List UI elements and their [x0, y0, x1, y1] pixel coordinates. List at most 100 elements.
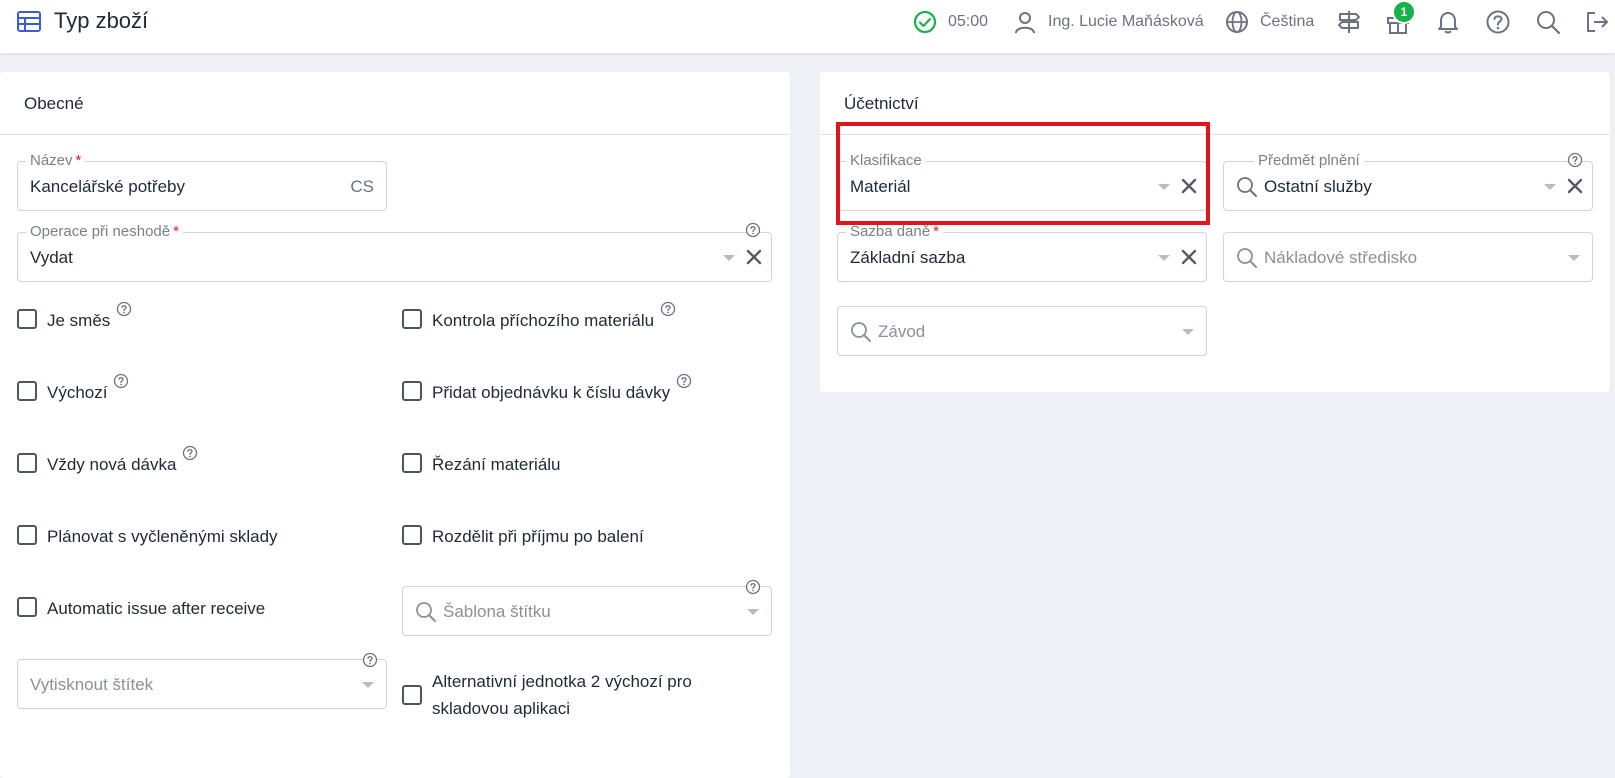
checkbox-label: Řezání materiálu	[432, 455, 561, 474]
logout-icon[interactable]	[1584, 8, 1610, 36]
checkbox[interactable]	[402, 381, 422, 401]
divider	[820, 134, 1610, 135]
help-icon[interactable]	[182, 445, 198, 466]
search-icon[interactable]	[1535, 8, 1561, 36]
general-section-title: Obecné	[24, 94, 84, 113]
chevron-down-icon[interactable]	[1158, 184, 1170, 190]
chevron-down-icon[interactable]	[1158, 255, 1170, 261]
checkbox-label: Plánovat s vyčleněnými sklady	[47, 527, 278, 546]
help-icon[interactable]	[1567, 152, 1583, 173]
operation-select-label: Operace při neshodě *	[26, 223, 183, 241]
table-icon	[16, 9, 42, 35]
checkbox[interactable]	[402, 685, 422, 705]
signpost-icon[interactable]	[1336, 8, 1362, 36]
checkbox-automatic-issue[interactable]: Automatic issue after receive	[17, 595, 265, 622]
divider	[0, 134, 790, 135]
bell-icon[interactable]	[1435, 8, 1461, 36]
checkbox-label: Kontrola příchozího materiálu	[432, 311, 655, 330]
checkbox[interactable]	[17, 597, 37, 617]
print-label-placeholder: Vytisknout štítek	[30, 675, 154, 694]
help-icon[interactable]	[113, 373, 129, 394]
checkbox[interactable]	[402, 525, 422, 545]
general-section: Obecné Název * Kancelářské potřeby CS Ope…	[0, 72, 790, 778]
chevron-down-icon[interactable]	[1544, 184, 1556, 190]
accounting-section: Účetnictví Klasifikace Materiál Předmět …	[820, 72, 1610, 392]
tax-rate-select-label: Sazba daně *	[846, 223, 943, 241]
checkbox-label: Je směs	[47, 311, 111, 330]
language-label: Čeština	[1260, 13, 1315, 30]
checkbox[interactable]	[17, 309, 37, 329]
help-icon[interactable]	[745, 579, 761, 600]
globe-icon	[1224, 9, 1250, 35]
user-icon	[1012, 9, 1038, 35]
accounting-section-title: Účetnictví	[844, 94, 919, 113]
plant-placeholder: Závod	[878, 322, 926, 341]
user-menu[interactable]: Ing. Lucie Maňásková	[1012, 8, 1204, 36]
chevron-down-icon[interactable]	[723, 255, 735, 261]
close-icon[interactable]	[1180, 248, 1198, 271]
checkbox-material-cutting[interactable]: Řezání materiálu	[402, 451, 561, 478]
checkbox-label: Přidat objednávku k číslu dávky	[432, 383, 671, 402]
top-bar: Typ zboží 05:00 Ing. Lucie Maňásková Češ…	[0, 0, 1615, 54]
checkbox-incoming-inspection[interactable]: Kontrola příchozího materiálu	[402, 301, 676, 334]
chevron-down-icon[interactable]	[1568, 255, 1580, 261]
user-name: Ing. Lucie Maňásková	[1048, 13, 1204, 30]
checkbox[interactable]	[402, 453, 422, 473]
check-circle-icon	[912, 9, 938, 35]
help-icon[interactable]	[660, 301, 676, 322]
classification-select-value: Materiál	[850, 177, 911, 196]
name-field[interactable]: Název * Kancelářské potřeby CS	[17, 152, 387, 211]
close-icon[interactable]	[745, 248, 763, 271]
subject-select[interactable]: Předmět plnění Ostatní služby	[1223, 152, 1593, 211]
session-timer[interactable]: 05:00	[912, 8, 988, 36]
close-icon[interactable]	[1566, 177, 1584, 200]
checkbox-always-new-batch[interactable]: Vždy nová dávka	[17, 445, 198, 478]
cost-center-placeholder: Nákladové středisko	[1264, 248, 1418, 267]
cost-center-select[interactable]: Nákladové středisko	[1223, 232, 1593, 282]
search-icon	[1236, 176, 1258, 203]
checkbox[interactable]	[17, 381, 37, 401]
classification-select[interactable]: Klasifikace Materiál	[837, 152, 1207, 211]
checkbox-label: Alternativní jednotka 2 výchozí pro skla…	[432, 672, 692, 718]
label-template-placeholder: Šablona štítku	[443, 602, 551, 621]
checkbox-add-order-to-batch[interactable]: Přidat objednávku k číslu dávky	[402, 373, 692, 406]
checkbox-split-on-receipt[interactable]: Rozdělit při příjmu po balení	[402, 523, 644, 550]
help-icon[interactable]	[676, 373, 692, 394]
label-template-select[interactable]: Šablona štítku	[402, 586, 772, 636]
checkbox-is-mixture[interactable]: Je směs	[17, 301, 132, 334]
help-icon[interactable]	[116, 301, 132, 322]
search-icon	[1236, 247, 1258, 274]
checkbox[interactable]	[17, 453, 37, 473]
subject-select-value: Ostatní služby	[1264, 177, 1372, 196]
tax-rate-select-value: Základní sazba	[850, 248, 966, 267]
chevron-down-icon[interactable]	[1182, 329, 1194, 335]
chevron-down-icon[interactable]	[362, 682, 374, 688]
checkbox-alt-unit-default[interactable]: Alternativní jednotka 2 výchozí pro skla…	[402, 668, 692, 722]
operation-select-value: Vydat	[30, 248, 73, 267]
notification-badge: 1	[1392, 0, 1416, 24]
tax-rate-select[interactable]: Sazba daně * Základní sazba	[837, 223, 1207, 282]
chevron-down-icon[interactable]	[747, 609, 759, 615]
print-label-select[interactable]: Vytisknout štítek	[17, 659, 387, 709]
checkbox[interactable]	[17, 525, 37, 545]
close-icon[interactable]	[1180, 177, 1198, 200]
help-icon[interactable]	[1485, 8, 1511, 36]
help-icon[interactable]	[745, 222, 761, 243]
plant-select[interactable]: Závod	[837, 306, 1207, 356]
checkbox-default[interactable]: Výchozí	[17, 373, 129, 406]
checkbox-plan-reserved-warehouses[interactable]: Plánovat s vyčleněnými sklady	[17, 523, 278, 550]
subject-select-label: Předmět plnění	[1254, 152, 1364, 170]
search-icon	[850, 321, 872, 348]
checkbox[interactable]	[402, 309, 422, 329]
operation-select[interactable]: Operace při neshodě * Vydat	[17, 223, 772, 282]
checkbox-label: Výchozí	[47, 383, 108, 402]
page-title: Typ zboží	[54, 8, 149, 33]
language-code[interactable]: CS	[350, 177, 374, 197]
name-field-label: Název *	[26, 152, 86, 170]
classification-select-label: Klasifikace	[846, 152, 926, 170]
help-icon[interactable]	[362, 652, 378, 673]
checkbox-label: Rozdělit při příjmu po balení	[432, 527, 644, 546]
search-icon	[415, 601, 437, 628]
name-field-value[interactable]: Kancelářské potřeby	[30, 177, 185, 197]
language-menu[interactable]: Čeština	[1224, 8, 1314, 36]
